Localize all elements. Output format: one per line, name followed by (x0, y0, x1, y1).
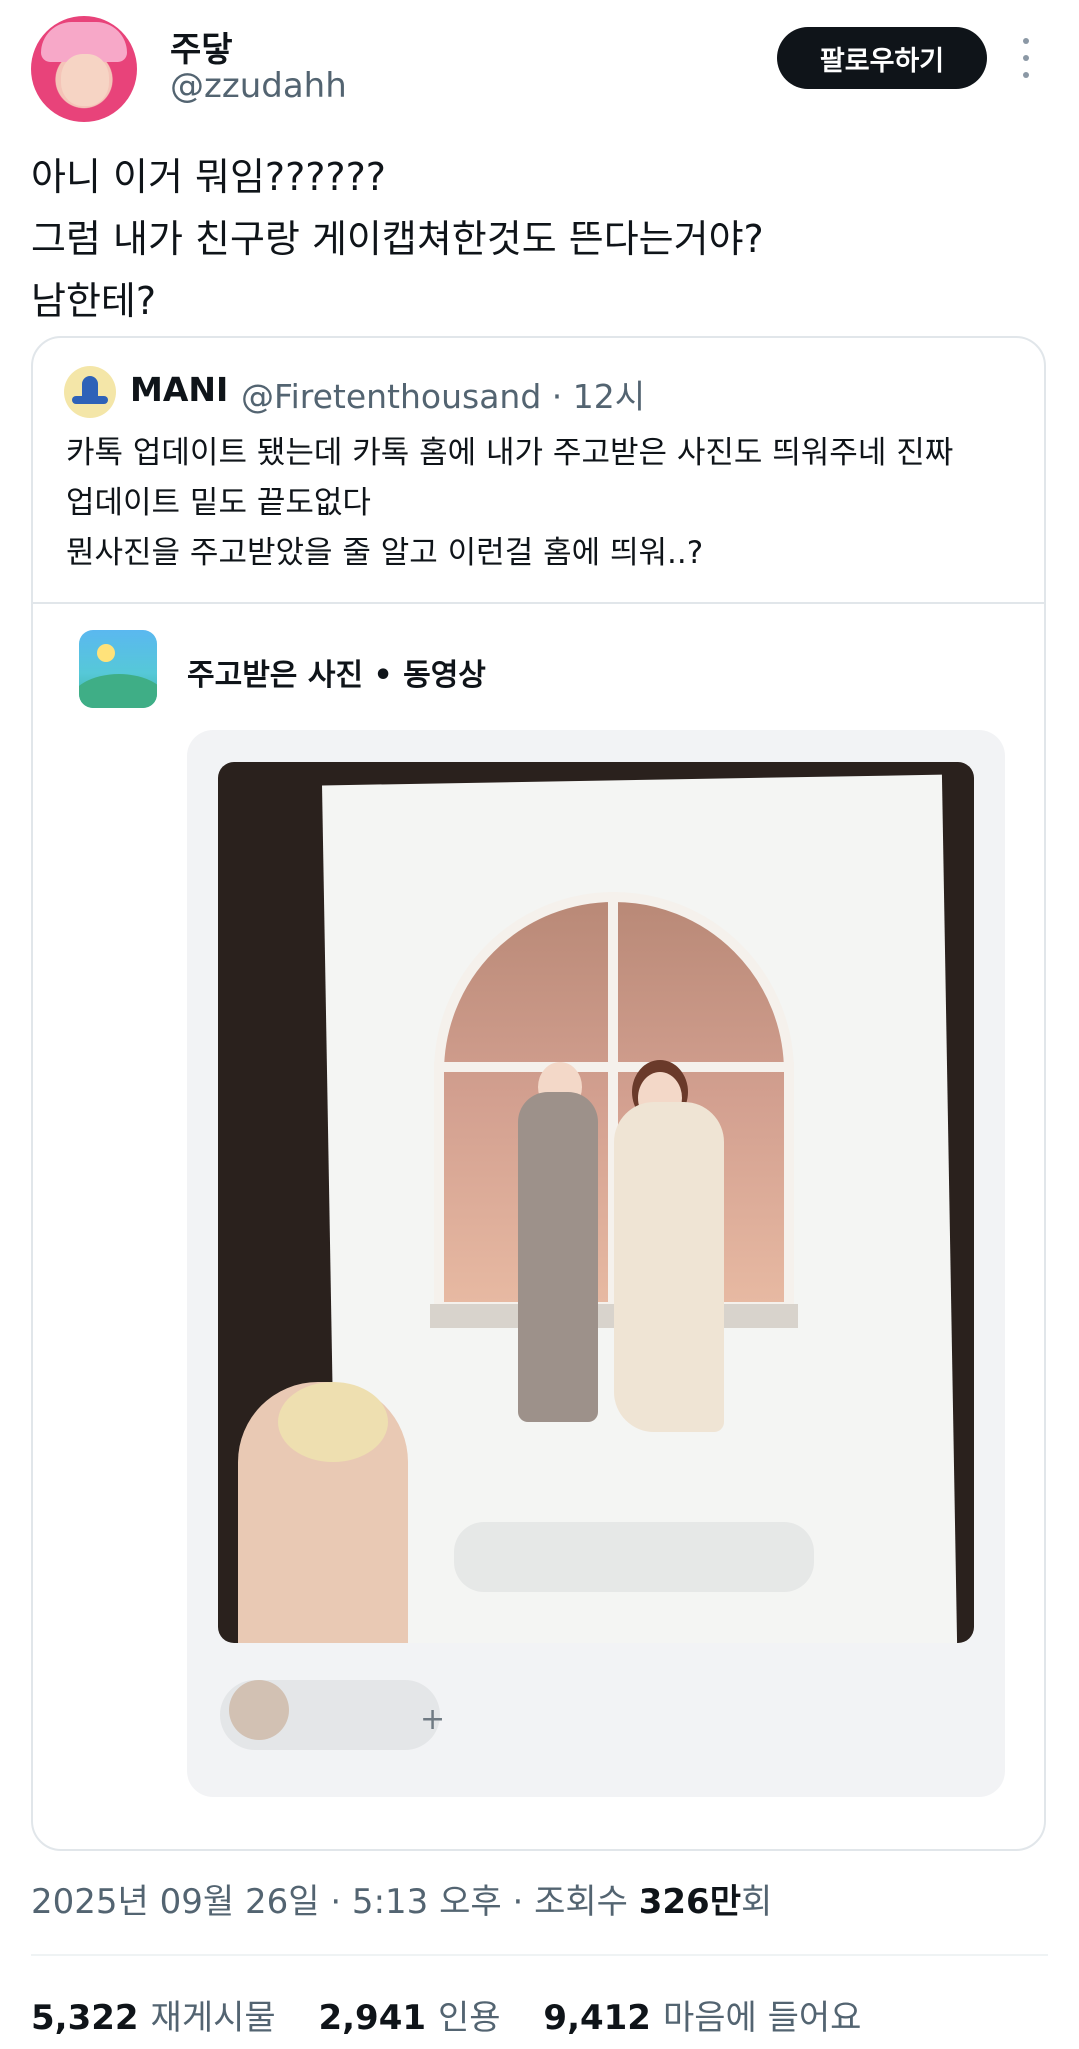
view-suffix: 회 (741, 1882, 773, 1922)
tweet-line: 남한테? (31, 279, 157, 323)
bride-figure (614, 1102, 724, 1432)
tweet-text: 아니 이거 뭐임?????? 그럼 내가 친구랑 게이캡쳐한것도 뜬다는거야? … (31, 146, 764, 332)
retweet-label[interactable]: 재게시물 (151, 1998, 276, 2038)
gallery-hill (79, 674, 157, 708)
more-dot (1023, 55, 1029, 61)
view-count: 326만 (638, 1882, 741, 1922)
gallery-icon (79, 630, 157, 708)
more-dot (1023, 72, 1029, 78)
quote-line: 카톡 업데이트 됐는데 카톡 홈에 내가 주고받은 사진도 띄워주네 진짜 (66, 435, 954, 471)
tweet-stats: 5,322 재게시물 2,941 인용 9,412 마음에 들어요 (31, 1990, 893, 2039)
more-vertical-icon[interactable] (1016, 38, 1036, 78)
quote-text: 카톡 업데이트 됐는데 카톡 홈에 내가 주고받은 사진도 띄워주네 진짜 업데… (66, 428, 953, 578)
quote-label[interactable]: 인용 (438, 1998, 501, 2038)
sender-plus-icon: + (420, 1702, 446, 1737)
tweet-line: 아니 이거 뭐임?????? (31, 155, 386, 199)
quote-author-handle: @Firetenthousand · 12시 (241, 377, 646, 416)
tweet-datetime[interactable]: 2025년 09월 26일 · 5:13 오후 · 조회수 (31, 1882, 639, 1922)
quote-line: 뭔사진을 주고받았을 줄 알고 이런걸 홈에 띄워..? (66, 535, 704, 571)
avatar-face (61, 54, 109, 106)
blurred-text (454, 1522, 814, 1592)
window-transom (434, 1062, 794, 1072)
gallery-sun (97, 644, 115, 662)
groom-figure (518, 1092, 598, 1422)
like-count[interactable]: 9,412 (543, 1998, 651, 2038)
author-avatar[interactable] (31, 16, 137, 122)
author-handle[interactable]: @zzudahh (170, 66, 347, 106)
quote-author-name: MANI (130, 370, 229, 409)
follow-button[interactable]: 팔로우하기 (777, 27, 987, 89)
quote-divider (33, 602, 1044, 604)
quote-line: 업데이트 밑도 끝도없다 (66, 485, 371, 521)
retweet-count[interactable]: 5,322 (31, 1998, 139, 2038)
quote-author-avatar (64, 366, 116, 418)
sender-avatar (229, 1680, 289, 1740)
quote-count[interactable]: 2,941 (318, 1998, 426, 2038)
avatar-figure-base (72, 396, 108, 404)
shared-photo[interactable] (218, 762, 974, 1643)
meta-divider (31, 1954, 1048, 1956)
author-display-name[interactable]: 주닿 (170, 22, 233, 71)
tweet-line: 그럼 내가 친구랑 게이캡쳐한것도 뜬다는거야? (31, 217, 764, 261)
more-dot (1023, 38, 1029, 44)
tweet-meta: 2025년 09월 26일 · 5:13 오후 · 조회수 326만회 (31, 1874, 772, 1923)
like-label[interactable]: 마음에 들어요 (663, 1998, 862, 2038)
shared-media-label: 주고받은 사진 • 동영상 (187, 658, 486, 693)
thumbnail-nail (278, 1382, 388, 1462)
